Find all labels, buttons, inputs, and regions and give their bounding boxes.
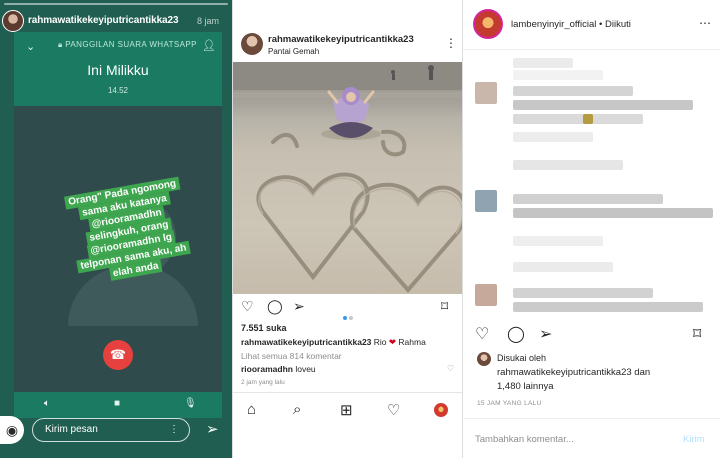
post-photo[interactable] xyxy=(233,62,463,294)
post-comment-button[interactable]: Kirim xyxy=(683,434,705,445)
comment-text: loveu xyxy=(295,364,316,374)
phone-hangup-icon[interactable]: ☎ xyxy=(103,340,133,370)
avatar[interactable] xyxy=(2,10,24,32)
call-controls: 🔈︎ ■ 🎙︎ xyxy=(14,392,222,418)
liked-by-user[interactable]: rahmawatikekeyiputricantikka23 xyxy=(497,367,632,378)
story-time: 8 jam xyxy=(197,16,220,26)
reply-placeholder: Kirim pesan xyxy=(45,424,98,435)
call-header: ⌄ 🔒︎ PANGGILAN SUARA WHATSAPP 👤︎ Ini Mil… xyxy=(14,32,222,106)
story-username[interactable]: rahmawatikekeyiputricantikka23 xyxy=(28,15,179,26)
comment-username[interactable]: riooramadhn xyxy=(241,364,293,374)
contact-name: Ini Milikku xyxy=(87,62,149,78)
call-type-label: 🔒︎ PANGGILAN SUARA WHATSAPP xyxy=(58,40,197,49)
activity-heart-icon[interactable]: ♡ xyxy=(387,401,400,419)
post-header: lambenyinyir_official • Diikuti ⋯ xyxy=(463,0,720,50)
caption-text-2: Rahma xyxy=(398,337,426,347)
comment-input[interactable]: Tambahkan komentar... xyxy=(475,434,574,445)
bookmark-icon[interactable]: ⌑ xyxy=(441,298,448,315)
post-username[interactable]: rahmawatikekeyiputricantikka23 xyxy=(268,34,414,45)
comment-icon[interactable]: ◯ xyxy=(507,324,525,344)
liked-by-and: dan xyxy=(634,367,651,378)
story-progress-bar xyxy=(4,3,228,5)
view-all-comments-link[interactable]: Lihat semua 814 komentar xyxy=(241,351,342,361)
heart-icon[interactable]: ♡ xyxy=(241,298,254,315)
send-icon[interactable]: ➢ xyxy=(206,420,219,438)
liked-by-line: rahmawatikekeyiputricantikka23 dan xyxy=(497,367,650,378)
post-caption: rahmawatikekeyiputricantikka23 Rio ❤ Rah… xyxy=(241,337,426,348)
add-comment-bar: Tambahkan komentar... Kirim xyxy=(463,418,720,458)
home-icon[interactable]: ⌂ xyxy=(247,401,256,418)
post-actions: ♡ ◯ ➢ ⌑ xyxy=(463,324,720,346)
account-name[interactable]: lambenyinyir_official xyxy=(511,19,596,30)
follow-status[interactable]: • Diikuti xyxy=(599,19,631,30)
carousel-dot xyxy=(349,316,353,320)
chevron-down-icon[interactable]: ⌄ xyxy=(26,40,35,53)
comment-like-icon[interactable]: ♡ xyxy=(447,364,454,373)
search-icon[interactable]: ⌕ xyxy=(293,401,301,418)
liked-by-others[interactable]: 1,480 lainnya xyxy=(497,381,554,392)
instagram-comments-panel: lambenyinyir_official • Diikuti ⋯ ♡ ◯ ➢ … xyxy=(462,0,720,458)
mic-off-icon[interactable]: 🎙︎ xyxy=(184,398,197,409)
share-icon[interactable]: ➢ xyxy=(539,324,552,344)
share-icon[interactable]: ➢ xyxy=(293,298,305,315)
avatar[interactable] xyxy=(241,33,263,55)
carousel-indicator xyxy=(343,307,357,320)
header-username: lambenyinyir_official • Diikuti xyxy=(511,19,631,30)
more-horizontal-icon[interactable]: ⋯ xyxy=(699,16,711,30)
add-post-icon[interactable]: ⊞ xyxy=(340,401,353,419)
caption-username[interactable]: rahmawatikekeyiputricantikka23 xyxy=(241,337,371,347)
screenshot-collage: rahmawatikekeyiputricantikka23 8 jam ⌄ 🔒… xyxy=(0,0,720,458)
video-icon[interactable]: ■ xyxy=(114,398,120,409)
profile-avatar-icon[interactable] xyxy=(434,403,448,417)
post-time: 15 JAM YANG LALU xyxy=(477,400,542,407)
carousel-dot-active xyxy=(343,316,347,320)
like-count[interactable]: 7.551 suka xyxy=(241,323,287,333)
camera-icon[interactable]: ◉ xyxy=(0,416,24,444)
liked-by-label: Disukai oleh xyxy=(497,353,547,363)
more-vertical-icon[interactable]: ⋮ xyxy=(169,419,179,441)
speaker-icon[interactable]: 🔈︎ xyxy=(44,398,50,409)
reply-input[interactable]: Kirim pesan ⋮ xyxy=(32,418,190,442)
comment-icon[interactable]: ◯ xyxy=(267,298,283,315)
call-duration: 14.52 xyxy=(107,86,129,95)
add-person-icon[interactable]: 👤︎ xyxy=(202,39,216,52)
whatsapp-story-panel: rahmawatikekeyiputricantikka23 8 jam ⌄ 🔒… xyxy=(0,0,232,458)
heart-emoji-icon: ❤ xyxy=(388,337,397,347)
comment-row: riooramadhn loveu xyxy=(241,364,316,374)
instagram-post-panel: rahmawatikekeyiputricantikka23 Pantai Ge… xyxy=(232,0,463,458)
bottom-navigation: ⌂ ⌕ ⊞ ♡ xyxy=(233,392,463,428)
bottom-gap xyxy=(233,428,463,458)
beach-photo-illustration xyxy=(233,62,463,294)
avatar[interactable] xyxy=(477,352,491,366)
avatar[interactable] xyxy=(473,9,503,39)
bookmark-icon[interactable]: ⌑ xyxy=(693,324,701,344)
post-location[interactable]: Pantai Gemah xyxy=(268,47,319,56)
caption-text-1: Rio xyxy=(373,337,387,347)
more-vertical-icon[interactable]: ⋮ xyxy=(445,36,457,50)
post-time: 2 jam yang lalu xyxy=(241,379,285,386)
top-strip xyxy=(233,0,463,22)
heart-icon[interactable]: ♡ xyxy=(475,324,489,344)
